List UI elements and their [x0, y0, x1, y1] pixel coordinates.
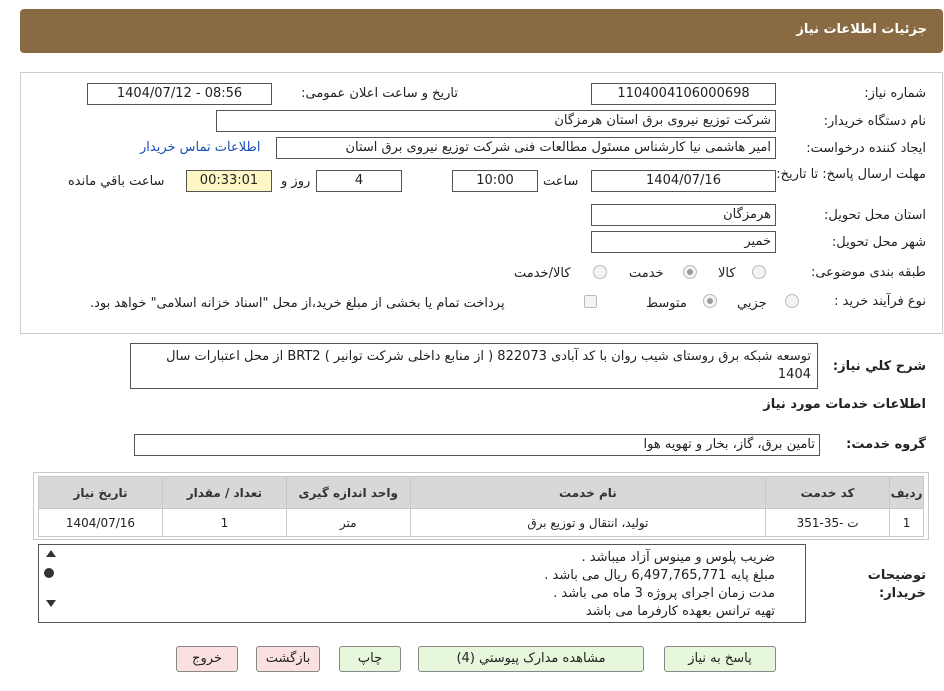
process-label: نوع فرآیند خرید : — [834, 294, 926, 309]
scroll-down-icon[interactable] — [46, 600, 56, 607]
days-field[interactable]: 4 — [316, 170, 402, 192]
need-number-field[interactable]: 1104004106000698 — [591, 83, 776, 105]
page-header: جزئیات اطلاعات نیاز — [20, 9, 943, 53]
days-label: روز و — [281, 174, 311, 189]
city-label: شهر محل تحویل: — [831, 235, 926, 250]
col-qty: تعداد / مقدار — [161, 476, 287, 509]
province-field[interactable]: هرمزگان — [591, 204, 776, 226]
category-service-label: خدمت — [629, 266, 664, 281]
col-row: ردیف — [889, 476, 924, 509]
note-line: مدت زمان اجرای پروژه 3 ماه می باشد . — [553, 586, 775, 601]
requester-label: ایجاد کننده درخواست: — [806, 141, 926, 156]
need-number-label: شماره نیاز: — [864, 86, 926, 101]
category-both-label: کالا/خدمت — [514, 266, 571, 281]
scroll-up-icon[interactable] — [46, 550, 56, 557]
services-title: اطلاعات خدمات مورد نیاز — [763, 397, 926, 412]
deadline-time-field[interactable]: 10:00 — [452, 170, 538, 192]
exit-button[interactable]: خروج — [176, 646, 238, 672]
note-line: مبلغ پایه 6,497,765,771 ریال می باشد . — [544, 568, 775, 583]
col-name: نام خدمت — [409, 476, 767, 509]
summary-label: شرح کلي نیاز: — [832, 359, 926, 374]
cell-unit: متر — [285, 508, 411, 537]
time-label: ساعت — [543, 174, 579, 189]
deadline-date-field[interactable]: 1404/07/16 — [591, 170, 776, 192]
service-group-label: گروه خدمت: — [846, 437, 926, 452]
note-line: ضریب پلوس و مینوس آزاد میباشد . — [581, 550, 775, 565]
notes-scrollbar[interactable] — [44, 548, 58, 620]
attachments-button[interactable]: مشاهده مدارک پیوستي (4) — [418, 646, 644, 672]
process-partial-radio[interactable] — [785, 294, 799, 308]
announce-label: تاریخ و ساعت اعلان عمومی: — [301, 86, 458, 101]
back-button[interactable]: بازگشت — [256, 646, 320, 672]
cell-row: 1 — [889, 508, 924, 537]
reply-button[interactable]: پاسخ به نیاز — [664, 646, 776, 672]
city-field[interactable]: خمیر — [591, 231, 776, 253]
process-medium-radio[interactable] — [703, 294, 717, 308]
process-partial-label: جزیي — [737, 296, 767, 311]
category-goods-label: کالا — [718, 266, 736, 281]
service-group-field[interactable]: تامین برق، گاز، بخار و تهویه هوا — [134, 434, 820, 456]
requester-field[interactable]: امیر هاشمی نیا کارشناس مسئول مطالعات فنی… — [276, 137, 776, 159]
deadline-label: مهلت ارسال پاسخ: تا تاریخ: — [776, 167, 926, 182]
process-medium-label: متوسط — [646, 296, 687, 311]
remaining-time-field: 00:33:01 — [186, 170, 272, 192]
summary-field[interactable]: توسعه شبکه برق روستای شیب روان با کد آبا… — [130, 343, 818, 389]
items-table: ردیف کد خدمت نام خدمت واحد اندازه گیری ت… — [38, 476, 924, 537]
category-goods-radio[interactable] — [752, 265, 766, 279]
note-line: تهیه ترانس بعهده کارفرما می باشد — [585, 604, 775, 619]
category-both-radio[interactable] — [593, 265, 607, 279]
col-date: تاریخ نیاز — [38, 476, 163, 509]
cell-code: ت -35-351 — [765, 508, 891, 537]
treasury-note: پرداخت تمام یا بخشی از مبلغ خرید،از محل … — [90, 296, 505, 311]
buyer-contact-link[interactable]: اطلاعات تماس خریدار — [140, 140, 260, 155]
buyer-notes-field[interactable]: ضریب پلوس و مینوس آزاد میباشد . مبلغ پای… — [38, 544, 806, 623]
print-button[interactable]: چاپ — [339, 646, 401, 672]
notes-label: توضیحات خریدار: — [867, 568, 926, 601]
buyer-org-field[interactable]: شرکت توزیع نیروی برق استان هرمزگان — [216, 110, 776, 132]
category-label: طبقه بندی موضوعی: — [810, 265, 926, 280]
buyer-org-label: نام دستگاه خریدار: — [823, 114, 926, 129]
table-row: 1 ت -35-351 تولید، انتقال و توزیع برق مت… — [38, 508, 924, 537]
remaining-label: ساعت باقي مانده — [68, 174, 165, 189]
page-title: جزئیات اطلاعات نیاز — [796, 22, 927, 37]
cell-name: تولید، انتقال و توزیع برق — [409, 508, 767, 537]
col-code: کد خدمت — [765, 476, 891, 509]
province-label: استان محل تحویل: — [824, 208, 926, 223]
col-unit: واحد اندازه گیری — [285, 476, 411, 509]
announce-field[interactable]: 1404/07/12 - 08:56 — [87, 83, 272, 105]
category-service-radio[interactable] — [683, 265, 697, 279]
cell-date: 1404/07/16 — [38, 508, 163, 537]
scroll-thumb[interactable] — [44, 568, 54, 578]
cell-qty: 1 — [161, 508, 287, 537]
treasury-checkbox[interactable] — [584, 295, 597, 308]
